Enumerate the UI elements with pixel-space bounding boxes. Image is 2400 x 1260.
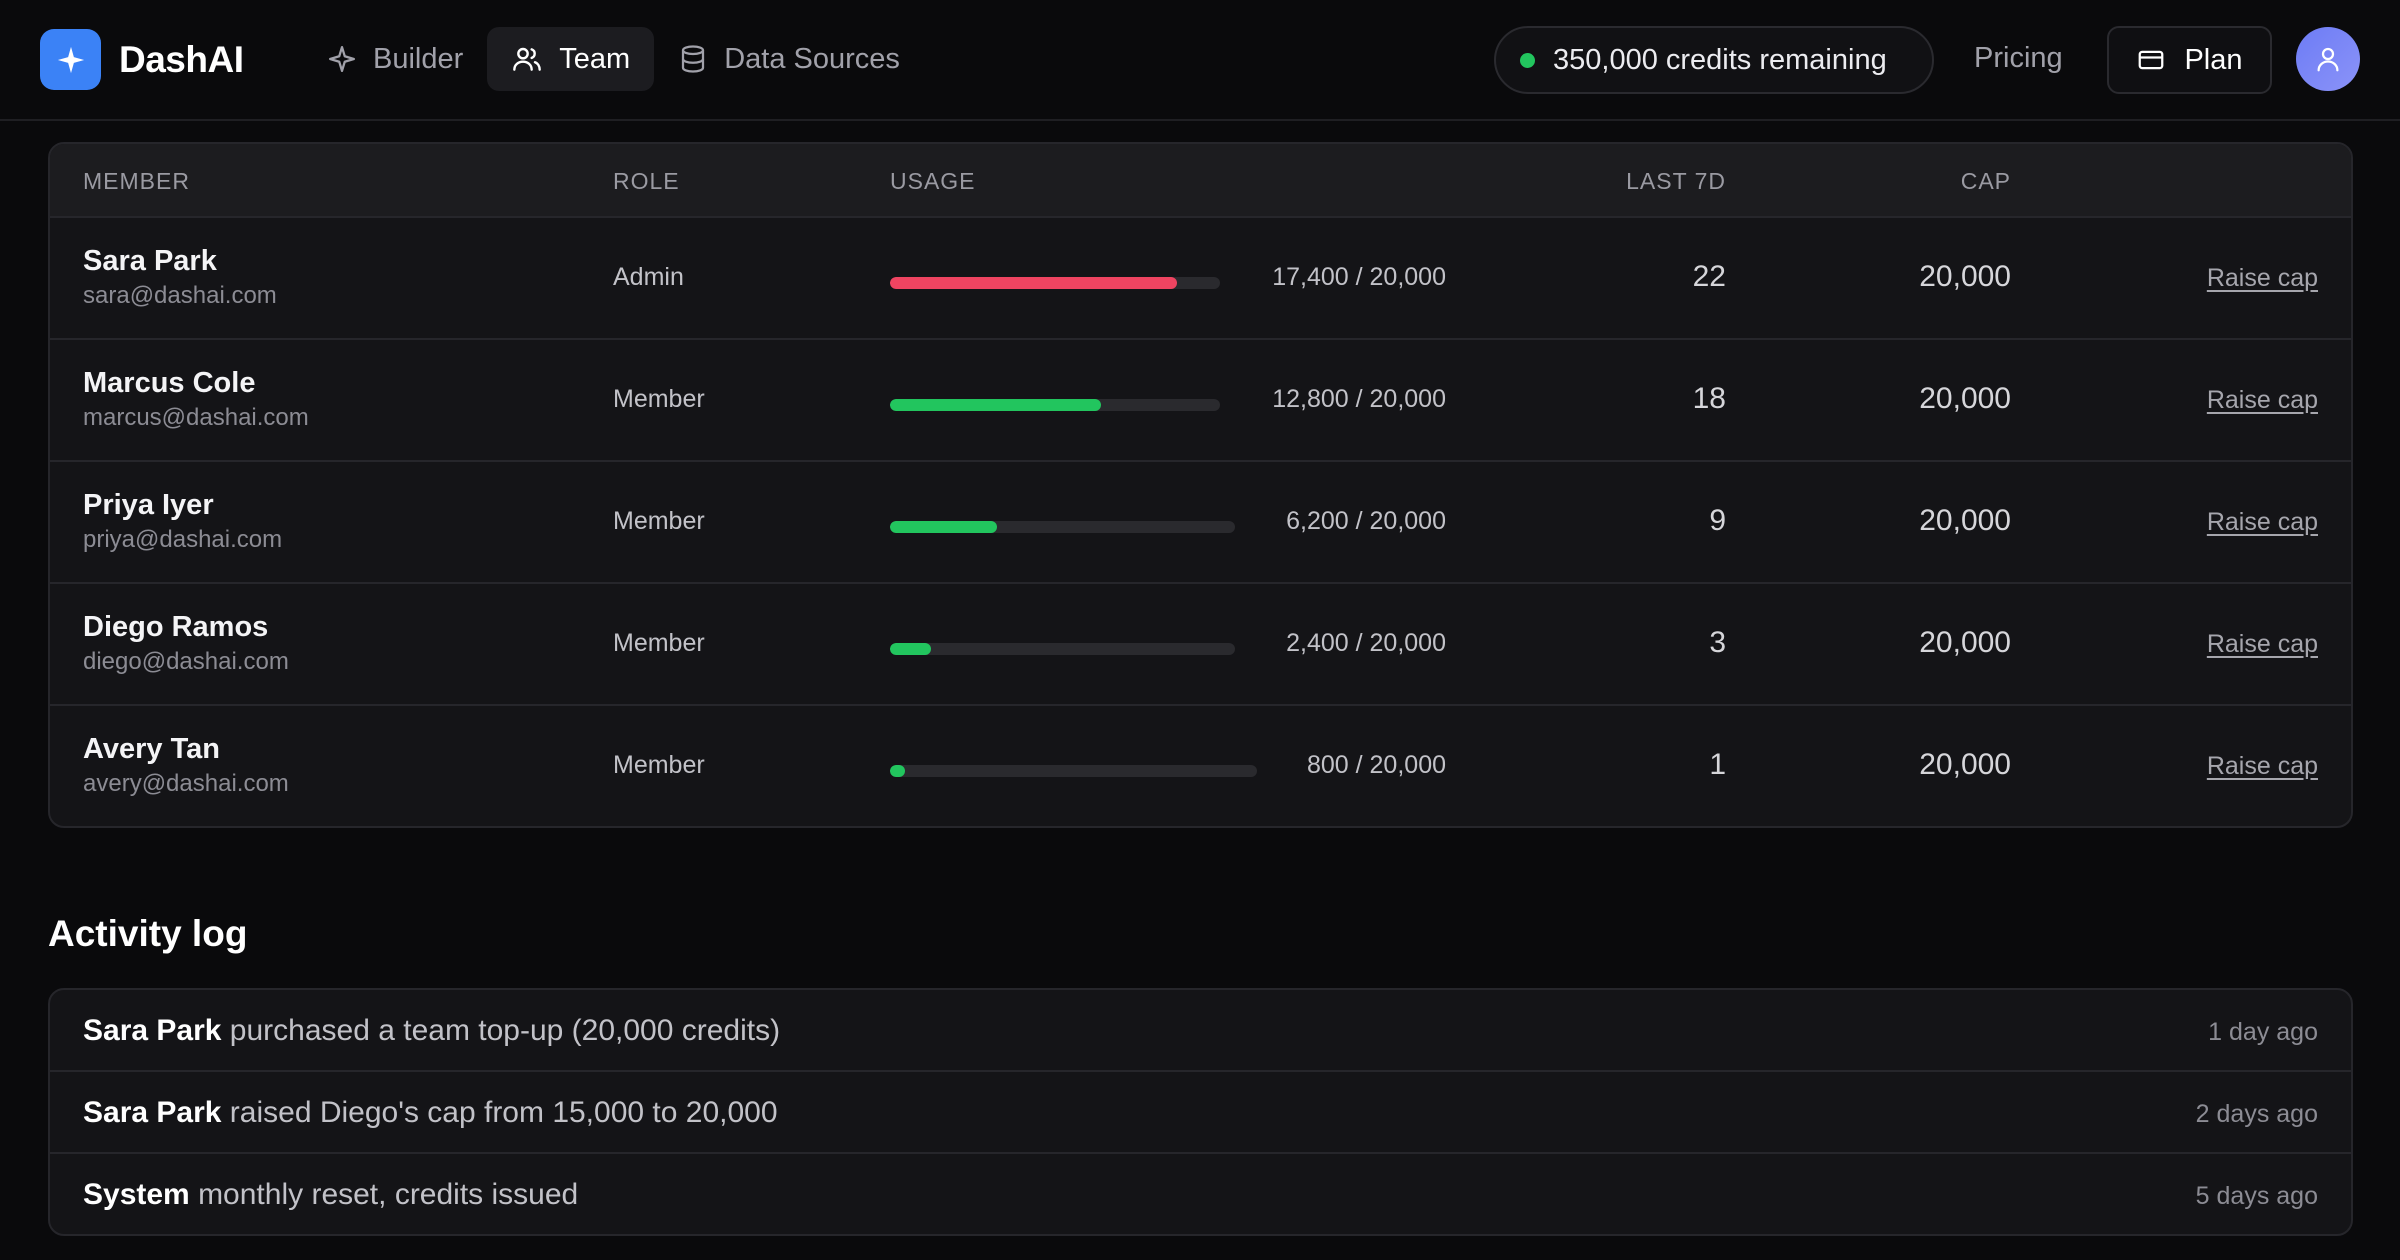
brand-name: DashAI [119, 38, 244, 80]
last-7d-value: 9 [1709, 504, 1726, 537]
member-role: Member [613, 751, 705, 779]
activity-log-item: System monthly reset, credits issued 5 d… [50, 1154, 2351, 1234]
member-name: Diego Ramos [83, 611, 269, 643]
column-header-role: ROLE [613, 168, 680, 194]
plan-button[interactable]: Plan [2107, 26, 2272, 94]
column-header-last-7d: LAST 7D [1626, 168, 1726, 194]
usage-bar-fill [890, 399, 1102, 411]
usage-text: 800 / 20,000 [1306, 751, 1446, 779]
activity-actor: Sara Park [83, 1014, 222, 1047]
usage-bar [890, 765, 1257, 777]
table-row: Marcus Cole marcus@dashai.com Member 12,… [50, 340, 2351, 462]
users-icon [513, 47, 542, 71]
cap-value: 20,000 [1919, 626, 2011, 659]
main-nav: Builder Team Data Sources [303, 27, 924, 91]
nav-builder-label: Builder [373, 42, 464, 75]
activity-actor: Sara Park [83, 1096, 222, 1129]
usage-text: 17,400 / 20,000 [1272, 263, 1446, 291]
last-7d-value: 22 [1692, 260, 1726, 293]
raise-cap-link[interactable]: Raise cap [2207, 630, 2318, 659]
activity-log-item: Sara Park purchased a team top-up (20,00… [50, 990, 2351, 1072]
member-email: marcus@dashai.com [83, 404, 309, 431]
activity-timestamp: 1 day ago [2208, 1018, 2318, 1046]
member-email: avery@dashai.com [83, 770, 289, 797]
table-row: Priya Iyer priya@dashai.com Member 6,200… [50, 462, 2351, 584]
activity-timestamp: 2 days ago [2195, 1100, 2318, 1128]
column-header-cap: CAP [1960, 168, 2011, 194]
member-role: Admin [613, 263, 684, 291]
usage-text: 6,200 / 20,000 [1286, 507, 1446, 535]
credit-card-icon [2139, 50, 2164, 70]
activity-log-title: Activity log [48, 913, 248, 954]
cap-value: 20,000 [1919, 504, 2011, 537]
member-role: Member [613, 507, 705, 535]
nav-data-sources[interactable]: Data Sources [654, 27, 924, 91]
activity-log-text: Sara Park purchased a team top-up (20,00… [83, 1014, 780, 1048]
column-header-usage: USAGE [890, 168, 976, 194]
user-icon [2317, 47, 2339, 72]
member-name: Avery Tan [83, 733, 220, 765]
activity-description: purchased a team top-up (20,000 credits) [221, 1014, 781, 1047]
last-7d-value: 1 [1709, 748, 1726, 781]
member-email: diego@dashai.com [83, 648, 289, 675]
usage-bar [890, 277, 1220, 289]
activity-log-text: System monthly reset, credits issued [83, 1178, 578, 1212]
status-dot-icon [1520, 52, 1535, 68]
usage-bar [890, 399, 1220, 411]
raise-cap-link[interactable]: Raise cap [2207, 264, 2318, 293]
top-navigation-bar: DashAI Builder Team Data Sources 350,000… [0, 0, 2400, 121]
last-7d-value: 18 [1692, 382, 1726, 415]
team-members-table: MEMBER ROLE USAGE LAST 7D CAP Sara Park … [48, 142, 2353, 828]
raise-cap-link[interactable]: Raise cap [2207, 752, 2318, 781]
last-7d-value: 3 [1709, 626, 1726, 659]
database-icon [682, 45, 705, 73]
activity-log-text: Sara Park raised Diego's cap from 15,000… [83, 1096, 778, 1130]
credits-remaining-pill[interactable]: 350,000 credits remaining [1494, 26, 1934, 94]
member-email: sara@dashai.com [83, 282, 277, 309]
cap-value: 20,000 [1919, 748, 2011, 781]
activity-description: monthly reset, credits issued [189, 1178, 579, 1211]
nav-team-label: Team [559, 42, 631, 75]
activity-log-list: Sara Park purchased a team top-up (20,00… [48, 988, 2353, 1236]
raise-cap-link[interactable]: Raise cap [2207, 386, 2318, 415]
activity-log-item: Sara Park raised Diego's cap from 15,000… [50, 1072, 2351, 1154]
table-row: Diego Ramos diego@dashai.com Member 2,40… [50, 584, 2351, 706]
nav-data-sources-label: Data Sources [724, 42, 900, 75]
usage-bar-fill [890, 765, 905, 777]
cap-value: 20,000 [1919, 382, 2011, 415]
user-avatar[interactable] [2296, 27, 2360, 91]
sparkle-logo-icon [40, 29, 101, 90]
member-name: Sara Park [83, 245, 217, 277]
table-row: Sara Park sara@dashai.com Admin 17,400 /… [50, 218, 2351, 340]
plan-button-label: Plan [2184, 43, 2243, 76]
activity-actor: System [83, 1178, 190, 1211]
usage-bar [890, 643, 1235, 655]
usage-text: 2,400 / 20,000 [1286, 629, 1446, 657]
credits-remaining-label: 350,000 credits remaining [1553, 43, 1887, 76]
usage-bar-fill [890, 643, 932, 655]
activity-description: raised Diego's cap from 15,000 to 20,000 [221, 1096, 778, 1129]
member-name: Marcus Cole [83, 367, 256, 399]
usage-bar [890, 521, 1235, 533]
member-name: Priya Iyer [83, 489, 214, 521]
member-role: Member [613, 629, 705, 657]
usage-bar-fill [890, 521, 997, 533]
cap-value: 20,000 [1919, 260, 2011, 293]
brand[interactable]: DashAI [40, 29, 244, 90]
activity-timestamp: 5 days ago [2195, 1182, 2318, 1210]
usage-bar-fill [890, 277, 1178, 289]
table-row: Avery Tan avery@dashai.com Member 800 / … [50, 706, 2351, 826]
member-email: priya@dashai.com [83, 526, 283, 553]
nav-team[interactable]: Team [487, 27, 655, 91]
member-role: Member [613, 385, 705, 413]
raise-cap-link[interactable]: Raise cap [2207, 508, 2318, 537]
column-header-member: MEMBER [83, 168, 190, 194]
nav-builder[interactable]: Builder [303, 27, 487, 91]
pricing-link[interactable]: Pricing [1974, 42, 2063, 75]
usage-text: 12,800 / 20,000 [1272, 385, 1446, 413]
table-header: MEMBER ROLE USAGE LAST 7D CAP [50, 144, 2351, 218]
sparkle-icon [329, 46, 355, 72]
